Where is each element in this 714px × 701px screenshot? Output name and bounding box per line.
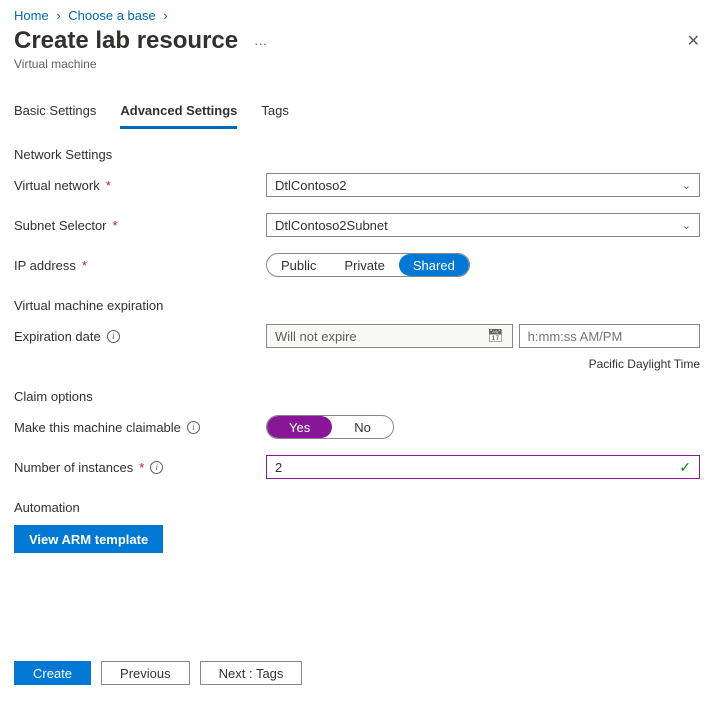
tab-tags[interactable]: Tags [261, 97, 288, 129]
claimable-toggle: Yes No [266, 415, 394, 439]
subnet-selector-label: Subnet Selector [14, 218, 107, 233]
timezone-label: Pacific Daylight Time [14, 357, 700, 371]
tabs: Basic Settings Advanced Settings Tags [0, 97, 714, 129]
instances-label: Number of instances [14, 460, 133, 475]
expiration-date-label: Expiration date [14, 329, 101, 344]
ip-option-public[interactable]: Public [267, 254, 330, 276]
subnet-selector-value: DtlContoso2Subnet [275, 218, 388, 233]
tab-advanced-settings[interactable]: Advanced Settings [120, 97, 237, 129]
tab-basic-settings[interactable]: Basic Settings [14, 97, 96, 129]
section-claim: Claim options [14, 389, 700, 404]
subnet-selector-select[interactable]: DtlContoso2Subnet ⌄ [266, 213, 700, 237]
breadcrumb-home[interactable]: Home [14, 8, 49, 23]
required-icon: * [106, 178, 111, 193]
required-icon: * [82, 258, 87, 273]
footer-actions: Create Previous Next : Tags [14, 661, 700, 685]
virtual-network-value: DtlContoso2 [275, 178, 347, 193]
page-subtitle: Virtual machine [0, 57, 714, 87]
next-tags-button[interactable]: Next : Tags [200, 661, 303, 685]
page-title: Create lab resource [14, 27, 238, 55]
required-icon: * [139, 460, 144, 475]
instances-input[interactable]: 2 ✓ [266, 455, 700, 479]
ip-option-private[interactable]: Private [330, 254, 398, 276]
chevron-right-icon: › [159, 8, 171, 23]
expiration-date-input[interactable]: Will not expire 📅︎ [266, 324, 513, 348]
info-icon[interactable]: i [150, 461, 163, 474]
instances-value: 2 [275, 460, 282, 475]
create-button[interactable]: Create [14, 661, 91, 685]
more-icon[interactable]: ··· [248, 36, 273, 51]
breadcrumb: Home › Choose a base › [0, 0, 714, 27]
checkmark-icon: ✓ [679, 459, 691, 476]
ip-address-label: IP address [14, 258, 76, 273]
ip-option-shared[interactable]: Shared [399, 254, 469, 276]
info-icon[interactable]: i [107, 330, 120, 343]
virtual-network-label: Virtual network [14, 178, 100, 193]
previous-button[interactable]: Previous [101, 661, 190, 685]
claimable-no[interactable]: No [332, 416, 393, 438]
breadcrumb-choose-base[interactable]: Choose a base [68, 8, 155, 23]
view-arm-template-button[interactable]: View ARM template [14, 525, 163, 553]
chevron-right-icon: › [52, 8, 64, 23]
info-icon[interactable]: i [187, 421, 200, 434]
ip-address-toggle: Public Private Shared [266, 253, 470, 277]
chevron-down-icon: ⌄ [682, 179, 691, 192]
virtual-network-select[interactable]: DtlContoso2 ⌄ [266, 173, 700, 197]
expiration-date-value: Will not expire [275, 329, 357, 344]
section-automation: Automation [14, 500, 700, 515]
claimable-label: Make this machine claimable [14, 420, 181, 435]
section-network: Network Settings [14, 147, 700, 162]
claimable-yes[interactable]: Yes [267, 416, 332, 438]
calendar-icon[interactable]: 📅︎ [487, 328, 504, 344]
section-expiration: Virtual machine expiration [14, 298, 700, 313]
close-icon[interactable]: ✕ [687, 31, 700, 51]
chevron-down-icon: ⌄ [682, 219, 691, 232]
expiration-time-input[interactable] [519, 324, 700, 348]
required-icon: * [113, 218, 118, 233]
